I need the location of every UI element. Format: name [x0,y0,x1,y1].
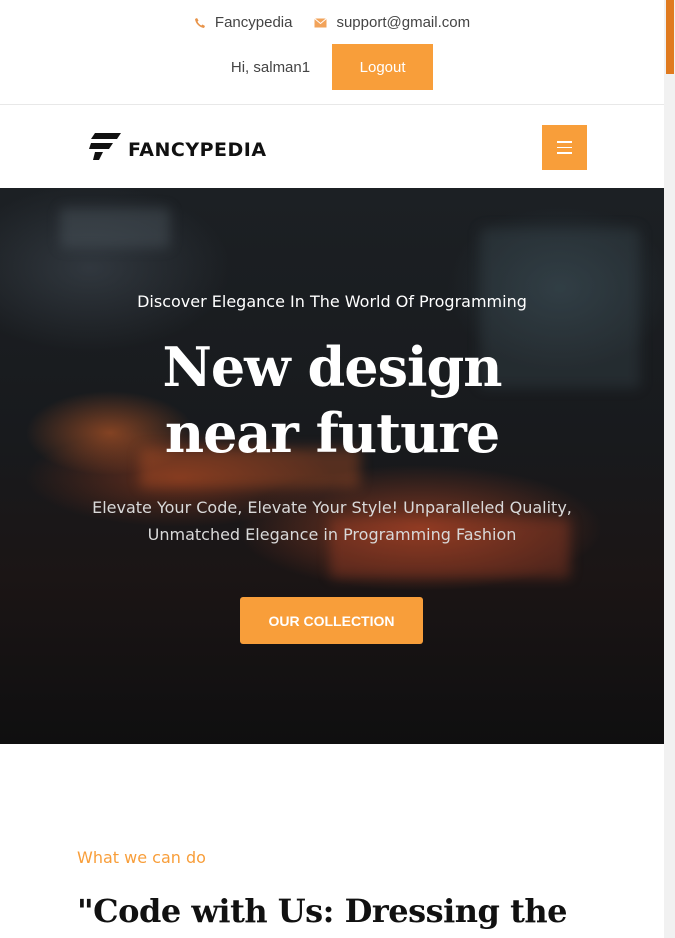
site-name-text: Fancypedia [214,14,293,31]
page-scrollbar[interactable] [664,0,675,938]
contact-row: Fancypedia support@gmail.com [0,14,664,31]
phone-icon [194,17,206,29]
hero-subtitle: Elevate Your Code, Elevate Your Style! U… [82,494,582,548]
hamburger-icon-line [557,146,572,149]
email-text[interactable]: support@gmail.com [336,14,470,31]
our-collection-button[interactable]: OUR COLLECTION [240,597,423,644]
scrollbar-thumb[interactable] [666,0,674,74]
section-kicker: What we can do [77,848,206,867]
hero-banner: Discover Elegance In The World Of Progra… [0,188,664,744]
hero-content: Discover Elegance In The World Of Progra… [0,188,664,744]
section-title: "Code with Us: Dressing the [77,892,567,930]
hero-title-line: near future [164,401,500,465]
hero-kicker: Discover Elegance In The World Of Progra… [137,292,527,311]
contact-phone: Fancypedia [194,14,293,31]
logout-button[interactable]: Logout [332,44,434,90]
contact-email[interactable]: support@gmail.com [314,14,470,31]
envelope-icon [314,17,328,28]
logo-mark-icon [89,133,121,166]
hero-subtitle-line: Elevate Your Code, Elevate Your Style! U… [92,498,572,517]
user-greeting: Hi, salman1 [230,58,311,76]
main-navbar: FANCYPEDIA [0,105,664,188]
user-row: Hi, salman1 Logout [0,44,664,90]
hero-title-line: New design [162,335,502,399]
hamburger-icon-line [557,152,572,154]
hamburger-icon-line [557,141,572,143]
brand-logo[interactable]: FANCYPEDIA [89,133,267,166]
hero-title: New design near future [0,334,664,466]
top-info-bar: Fancypedia support@gmail.com Hi, salman1… [0,0,664,105]
hero-subtitle-line: Unmatched Elegance in Programming Fashio… [147,525,517,544]
hamburger-menu-button[interactable] [542,125,587,170]
page: Fancypedia support@gmail.com Hi, salman1… [0,0,664,938]
logo-text: FANCYPEDIA [128,138,267,161]
